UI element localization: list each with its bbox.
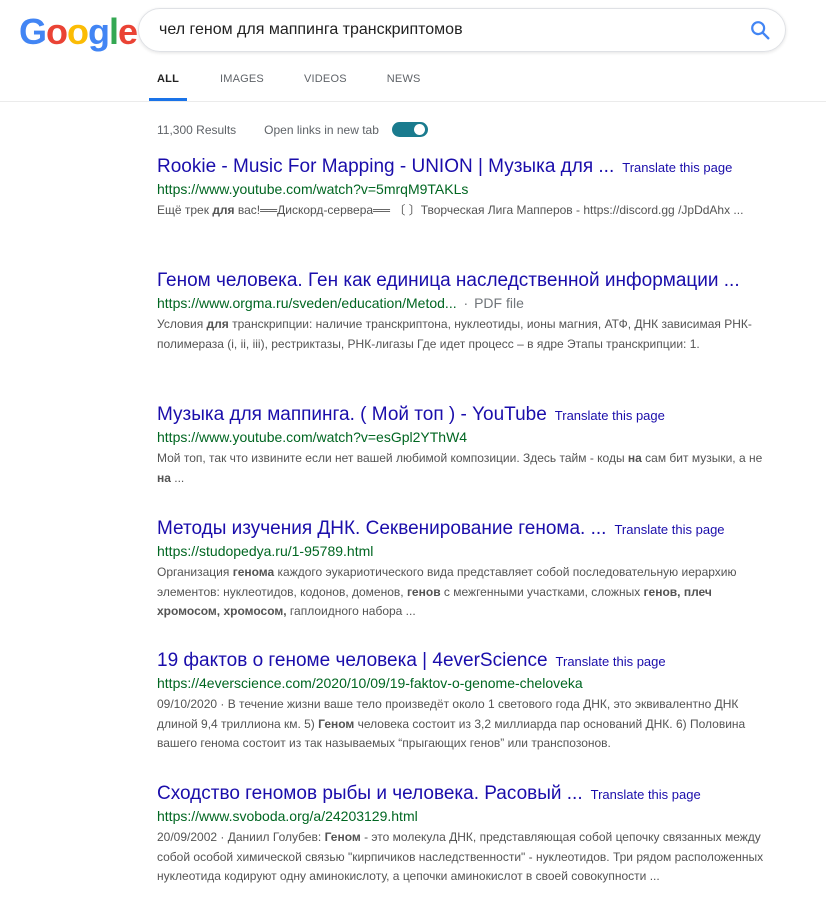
result-url[interactable]: https://www.youtube.com/watch?v=5mrqM9TA… (157, 181, 468, 197)
translate-link[interactable]: Translate this page (591, 787, 701, 802)
result-snippet: Мой топ, так что извините если нет вашей… (157, 451, 763, 485)
open-new-tab-toggle[interactable] (391, 122, 428, 137)
file-type-tag: PDF file (474, 295, 524, 311)
translate-link[interactable]: Translate this page (556, 654, 666, 669)
search-icon (751, 21, 770, 40)
result-title-link[interactable]: Методы изучения ДНК. Секвенирование гено… (157, 518, 606, 539)
search-input[interactable] (159, 9, 729, 51)
result-stats: 11,300 Results Open links in new tab (157, 122, 428, 137)
result-snippet: Ещё трек для вас!══Дискорд-сервера══ 〔 〕… (157, 203, 744, 217)
separator-dot: · (459, 295, 473, 311)
result-url[interactable]: https://www.svoboda.org/a/24203129.html (157, 808, 418, 824)
search-button[interactable] (749, 19, 771, 41)
result-title-link[interactable]: Сходство геномов рыбы и человека. Расовы… (157, 783, 583, 804)
tab-videos[interactable]: VIDEOS (304, 62, 347, 101)
logo-letter: o (67, 11, 89, 52)
result-title-link[interactable]: 19 фактов о геноме человека | 4everScien… (157, 650, 548, 671)
search-tabs: ALL IMAGES VIDEOS NEWS (149, 62, 461, 101)
search-result: Методы изучения ДНК. Секвенирование гено… (157, 516, 777, 622)
tab-news[interactable]: NEWS (387, 62, 421, 101)
result-url[interactable]: https://www.youtube.com/watch?v=esGpl2YT… (157, 429, 467, 445)
search-result: Музыка для маппинга. ( Мой топ ) - YouTu… (157, 402, 777, 488)
open-new-tab-label: Open links in new tab (264, 122, 379, 137)
result-title-link[interactable]: Музыка для маппинга. ( Мой топ ) - YouTu… (157, 404, 547, 425)
result-title-link[interactable]: Геном человека. Ген как единица наследст… (157, 270, 740, 291)
search-result: 19 фактов о геноме человека | 4everScien… (157, 648, 777, 754)
logo-letter: e (118, 11, 138, 52)
google-logo[interactable]: Google (19, 11, 138, 52)
result-url[interactable]: https://4everscience.com/2020/10/09/19-f… (157, 675, 583, 691)
search-result: Сходство геномов рыбы и человека. Расовы… (157, 781, 777, 887)
result-snippet: Организация генома каждого эукариотическ… (157, 565, 737, 618)
result-url[interactable]: https://studopedya.ru/1-95789.html (157, 543, 373, 559)
tab-all[interactable]: ALL (149, 62, 187, 101)
result-snippet: Условия для транскрипции: наличие транск… (157, 317, 752, 351)
translate-link[interactable]: Translate this page (622, 160, 732, 175)
result-snippet: 20/09/2002 · Даниил Голубев: Геном - это… (157, 830, 764, 883)
tab-images[interactable]: IMAGES (220, 62, 264, 101)
translate-link[interactable]: Translate this page (555, 408, 665, 423)
result-url[interactable]: https://www.orgma.ru/sveden/education/Me… (157, 295, 457, 311)
result-title-link[interactable]: Rookie - Music For Mapping - UNION | Муз… (157, 156, 614, 177)
results-count: 11,300 Results (157, 122, 237, 137)
logo-letter: o (46, 11, 68, 52)
search-box (138, 8, 786, 52)
logo-letter: G (19, 11, 47, 52)
result-snippet: 09/10/2020 · В течение жизни ваше тело п… (157, 697, 746, 750)
logo-letter: l (109, 11, 119, 52)
logo-letter: g (88, 11, 110, 52)
search-header: Google ALL IMAGES VIDEOS NEWS (0, 0, 826, 102)
search-result: Геном человека. Ген как единица наследст… (157, 268, 777, 354)
translate-link[interactable]: Translate this page (614, 522, 724, 537)
toggle-knob (413, 124, 425, 135)
search-result: Rookie - Music For Mapping - UNION | Муз… (157, 154, 777, 221)
